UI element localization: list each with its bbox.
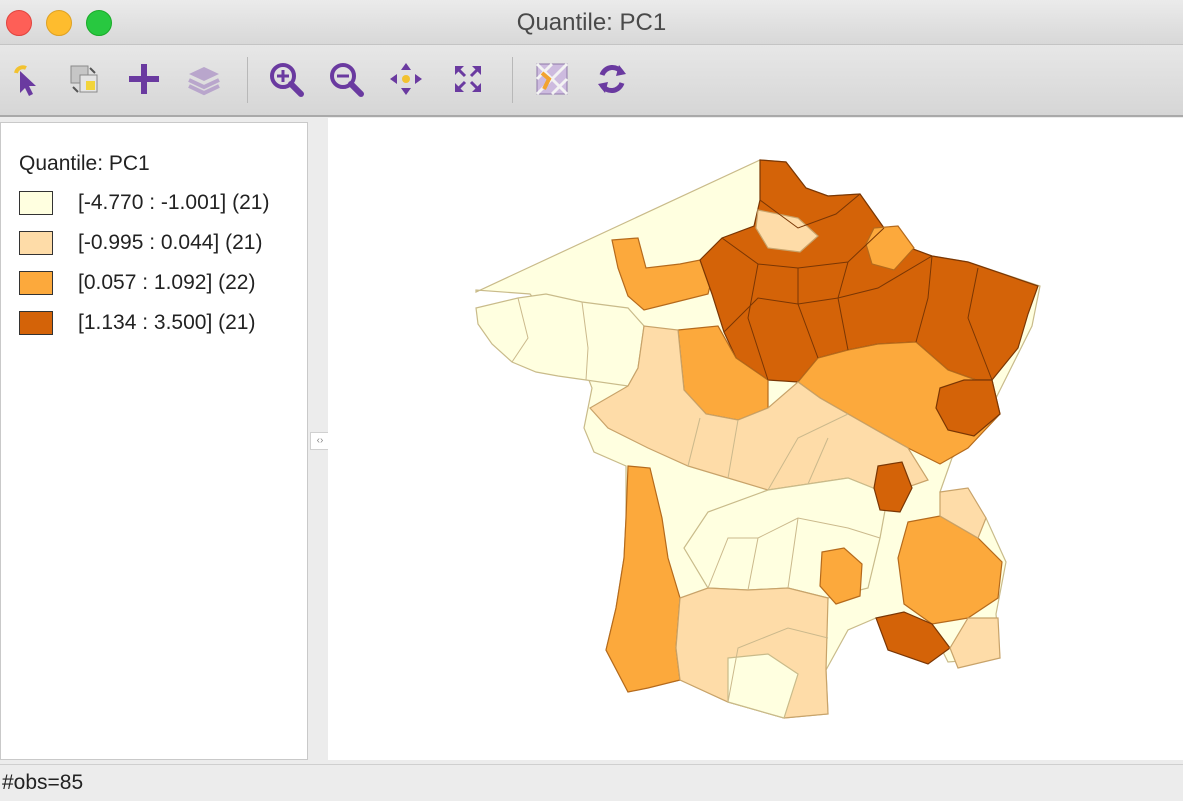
- pan-icon[interactable]: [384, 57, 428, 101]
- refresh-icon[interactable]: [590, 57, 634, 101]
- zoom-out-icon[interactable]: [324, 57, 368, 101]
- copy-image-icon[interactable]: [62, 57, 106, 101]
- add-layer-icon[interactable]: [122, 57, 166, 101]
- legend-item-q4[interactable]: [1.134 : 3.500] (21): [19, 309, 255, 337]
- window-title: Quantile: PC1: [516, 9, 667, 36]
- legend-label: [-0.995 : 0.044] (21): [78, 231, 263, 254]
- toolbar-separator: [512, 57, 513, 103]
- map-canvas[interactable]: [328, 118, 1183, 760]
- legend-item-q2[interactable]: [-0.995 : 0.044] (21): [19, 229, 262, 257]
- splitter-handle-icon[interactable]: ‹›: [310, 432, 330, 450]
- legend-panel: Quantile: PC1 [-4.770 : -1.001] (21) [-0…: [0, 122, 308, 760]
- full-extent-icon[interactable]: [446, 57, 490, 101]
- choropleth-map[interactable]: [328, 118, 1183, 760]
- observation-count: #obs=85: [2, 771, 84, 794]
- legend-swatch: [19, 311, 53, 335]
- toolbar-separator: [247, 57, 248, 103]
- map-region[interactable]: [475, 293, 645, 387]
- zoom-in-icon[interactable]: [264, 57, 308, 101]
- legend-title: Quantile: PC1: [19, 152, 150, 175]
- title-bar: Quantile: PC1: [0, 0, 1183, 45]
- legend-label: [0.057 : 1.092] (22): [78, 271, 256, 294]
- toolbar: [0, 45, 1183, 117]
- legend-item-q1[interactable]: [-4.770 : -1.001] (21): [19, 189, 269, 217]
- layers-icon[interactable]: [182, 57, 226, 101]
- select-pointer-icon[interactable]: [4, 57, 48, 101]
- legend-swatch: [19, 271, 53, 295]
- legend-swatch: [19, 191, 53, 215]
- legend-label: [-4.770 : -1.001] (21): [78, 191, 270, 214]
- legend-swatch: [19, 231, 53, 255]
- toggle-basemap-icon[interactable]: [530, 57, 574, 101]
- legend-label: [1.134 : 3.500] (21): [78, 311, 256, 334]
- status-bar: #obs=85: [0, 764, 1183, 801]
- legend-item-q3[interactable]: [0.057 : 1.092] (22): [19, 269, 255, 297]
